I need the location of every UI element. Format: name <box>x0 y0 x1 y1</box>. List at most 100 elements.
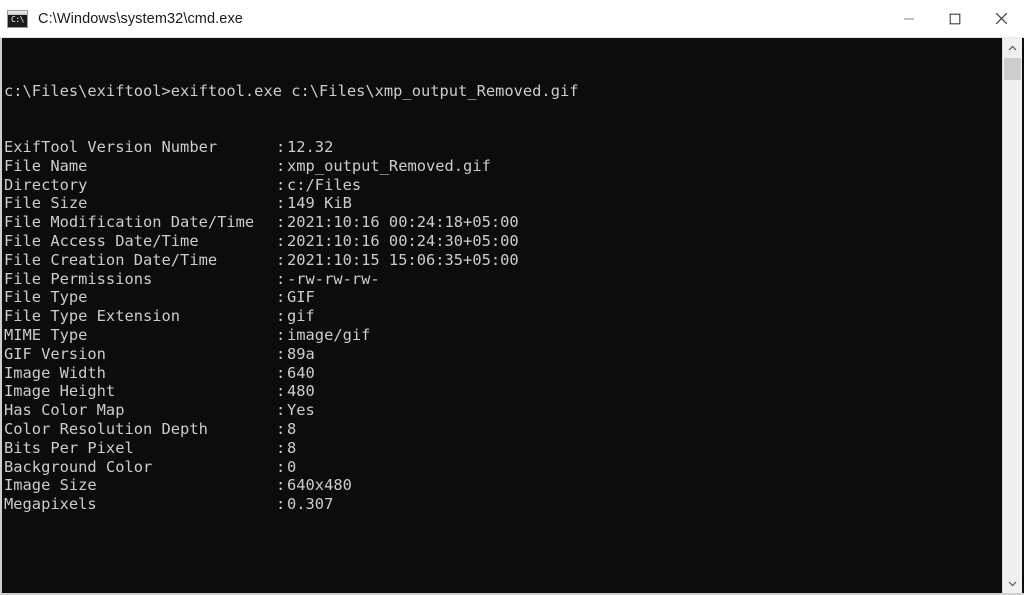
metadata-key: File Name <box>4 156 88 175</box>
metadata-row: Image Width:640 <box>4 364 1002 383</box>
metadata-row: ExifTool Version Number:12.32 <box>4 138 1002 157</box>
metadata-separator: : <box>276 495 286 514</box>
metadata-row: Color Resolution Depth:8 <box>4 420 1002 439</box>
vertical-scrollbar[interactable] <box>1002 38 1022 593</box>
metadata-separator: : <box>276 269 286 288</box>
metadata-separator: : <box>276 213 286 232</box>
terminal-window[interactable]: c:\Files\exiftool>exiftool.exe c:\Files\… <box>0 38 1024 595</box>
metadata-separator: : <box>276 476 286 495</box>
metadata-value: 8 <box>287 438 297 457</box>
metadata-separator: : <box>276 194 286 213</box>
minimize-icon <box>904 17 914 20</box>
metadata-value: image/gif <box>287 325 371 344</box>
scroll-down-button[interactable] <box>1003 574 1022 593</box>
metadata-key: Megapixels <box>4 495 97 514</box>
chevron-down-icon <box>1008 581 1017 586</box>
metadata-value: c:/Files <box>287 175 362 194</box>
metadata-rows: ExifTool Version Number:12.32 File Name: x… <box>4 138 1002 514</box>
command-line: c:\Files\exiftool>exiftool.exe c:\Files\… <box>4 81 579 100</box>
metadata-row: Directory: c:/Files <box>4 176 1002 195</box>
metadata-key: File Size <box>4 194 88 213</box>
metadata-row: GIF Version:89a <box>4 345 1002 364</box>
metadata-row: Megapixels:0.307 <box>4 495 1002 514</box>
window-controls <box>886 0 1024 37</box>
metadata-value: 480 <box>287 382 315 401</box>
metadata-row: Image Size:640x480 <box>4 476 1002 495</box>
minimize-button[interactable] <box>886 0 932 37</box>
metadata-key: Color Resolution Depth <box>4 419 208 438</box>
metadata-row: Has Color Map: Yes <box>4 401 1002 420</box>
metadata-key: File Type Extension <box>4 307 181 326</box>
metadata-key: MIME Type <box>4 325 88 344</box>
metadata-row: File Size:149 KiB <box>4 194 1002 213</box>
metadata-key: File Modification Date/Time <box>4 213 255 232</box>
metadata-value: GIF <box>287 288 315 307</box>
maximize-button[interactable] <box>932 0 978 37</box>
maximize-icon <box>949 13 961 24</box>
metadata-row: File Creation Date/Time:2021:10:15 15:06… <box>4 251 1002 270</box>
metadata-row: File Modification Date/Time:2021:10:16 0… <box>4 213 1002 232</box>
metadata-row: File Access Date/Time:2021:10:16 00:24:3… <box>4 232 1002 251</box>
metadata-separator: : <box>276 250 286 269</box>
metadata-key: Background Color <box>4 457 153 476</box>
window-title: C:\Windows\system32\cmd.exe <box>38 10 243 27</box>
metadata-key: File Creation Date/Time <box>4 250 218 269</box>
metadata-key: Image Width <box>4 363 106 382</box>
metadata-value: Yes <box>287 401 315 420</box>
metadata-value: 149 KiB <box>287 194 352 213</box>
metadata-value: 2021:10:16 00:24:18+05:00 <box>287 213 519 232</box>
metadata-key: Has Color Map <box>4 401 125 420</box>
terminal-output[interactable]: c:\Files\exiftool>exiftool.exe c:\Files\… <box>2 38 1002 593</box>
metadata-key: Directory <box>4 175 88 194</box>
metadata-value: 12.32 <box>287 137 334 156</box>
cmd-icon-prompt-glyph: C:\ <box>11 14 24 24</box>
metadata-row: File Name: xmp_output_Removed.gif <box>4 157 1002 176</box>
chevron-up-icon <box>1008 45 1017 50</box>
metadata-separator: : <box>276 175 286 194</box>
metadata-key: Image Size <box>4 476 97 495</box>
metadata-separator: : <box>276 307 286 326</box>
metadata-value: 640x480 <box>287 476 352 495</box>
cmd-icon-titlebar-stripe <box>8 10 27 15</box>
metadata-separator: : <box>276 457 286 476</box>
metadata-separator: : <box>276 288 286 307</box>
metadata-value: 2021:10:16 00:24:30+05:00 <box>287 231 519 250</box>
metadata-key: File Type <box>4 288 88 307</box>
cmd-icon: C:\ <box>7 9 28 28</box>
metadata-value: 0 <box>287 457 297 476</box>
cmd-window: C:\ C:\Windows\system32\cmd.exe c:\Files… <box>0 0 1024 595</box>
metadata-key: GIF Version <box>4 344 106 363</box>
metadata-key: File Permissions <box>4 269 153 288</box>
metadata-value: 640 <box>287 363 315 382</box>
metadata-separator: : <box>276 401 286 420</box>
metadata-row: Background Color:0 <box>4 458 1002 477</box>
metadata-separator: : <box>276 137 286 156</box>
metadata-value: xmp_output_Removed.gif <box>287 156 491 175</box>
metadata-separator: : <box>276 382 286 401</box>
metadata-separator: : <box>276 344 286 363</box>
metadata-separator: : <box>276 363 286 382</box>
metadata-separator: : <box>276 156 286 175</box>
scroll-up-button[interactable] <box>1003 38 1022 57</box>
metadata-key: ExifTool Version Number <box>4 137 218 156</box>
metadata-row: File Permissions: -rw-rw-rw- <box>4 270 1002 289</box>
titlebar[interactable]: C:\ C:\Windows\system32\cmd.exe <box>0 0 1024 38</box>
metadata-value: 2021:10:15 15:06:35+05:00 <box>287 250 519 269</box>
metadata-key: Bits Per Pixel <box>4 438 134 457</box>
metadata-value: 0.307 <box>287 495 334 514</box>
metadata-row: File Type: GIF <box>4 288 1002 307</box>
scrollbar-thumb[interactable] <box>1004 58 1021 80</box>
metadata-key: File Access Date/Time <box>4 231 199 250</box>
metadata-row: MIME Type: image/gif <box>4 326 1002 345</box>
metadata-key: Image Height <box>4 382 116 401</box>
metadata-separator: : <box>276 438 286 457</box>
metadata-value: -rw-rw-rw- <box>287 269 380 288</box>
metadata-row: File Type Extension: gif <box>4 307 1002 326</box>
close-button[interactable] <box>978 0 1024 37</box>
metadata-value: 8 <box>287 419 297 438</box>
metadata-row: Bits Per Pixel:8 <box>4 439 1002 458</box>
metadata-value: gif <box>287 307 315 326</box>
metadata-separator: : <box>276 325 286 344</box>
close-icon <box>995 12 1007 25</box>
